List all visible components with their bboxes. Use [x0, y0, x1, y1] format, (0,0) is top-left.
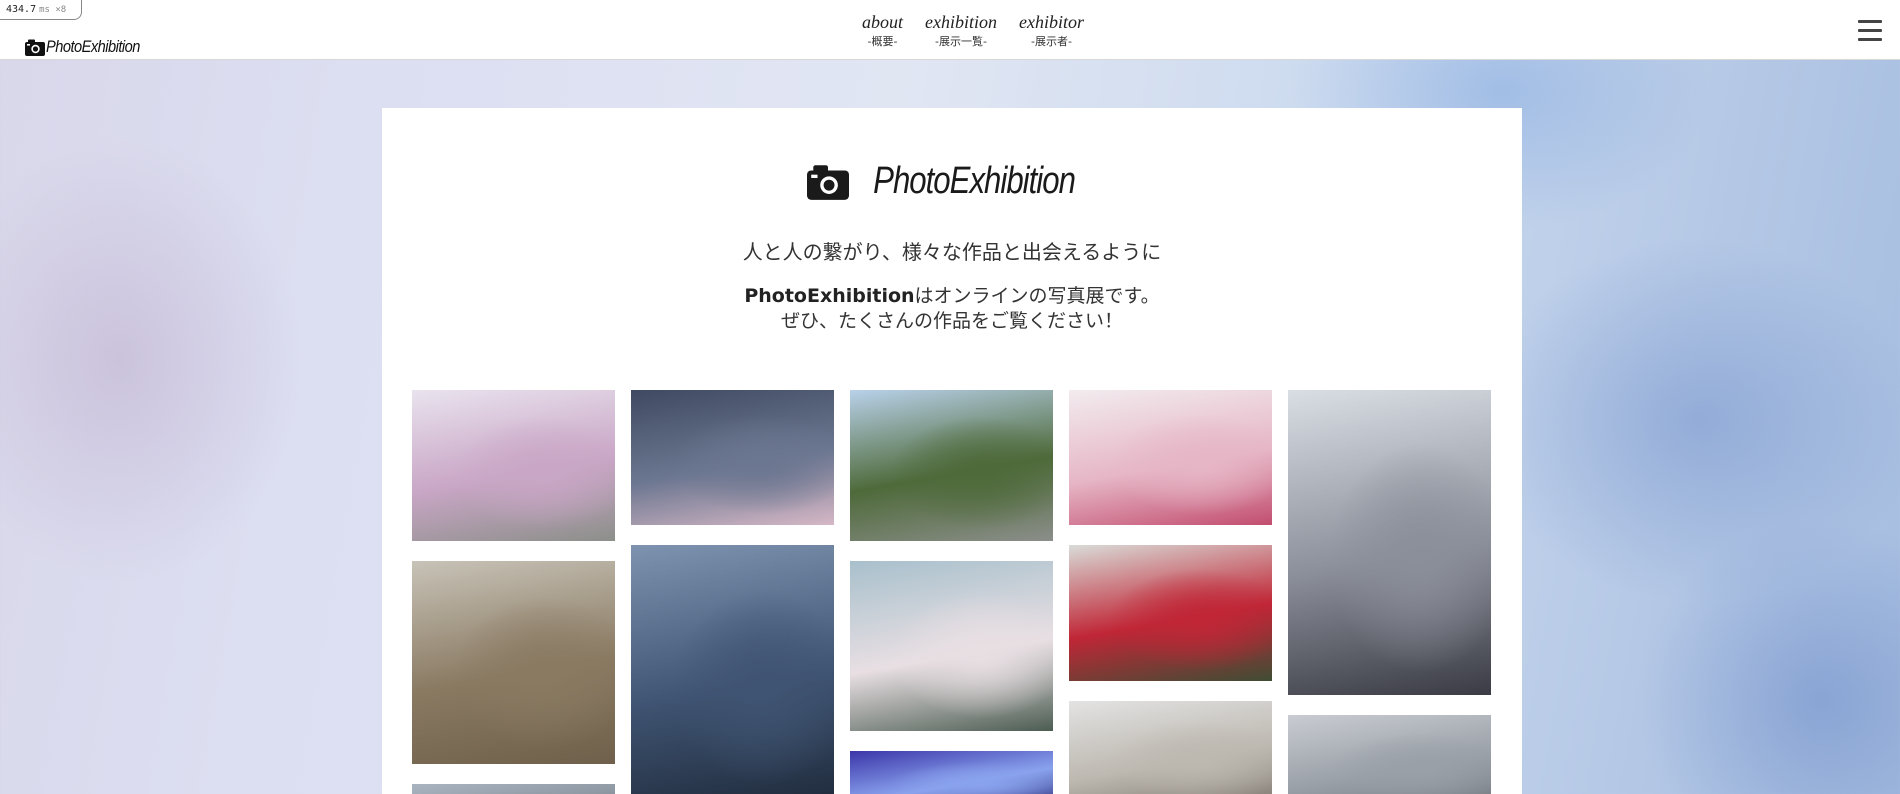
gallery-photo[interactable] — [412, 561, 615, 764]
camera-icon — [806, 164, 849, 200]
perf-unit: ms ×8 — [39, 5, 67, 15]
gallery-photo[interactable] — [1288, 715, 1491, 794]
header-logo[interactable]: PhotoExhibition — [25, 36, 155, 58]
gallery-photo[interactable] — [631, 545, 834, 794]
intro-brand: PhotoExhibition — [744, 285, 915, 307]
gallery-photo[interactable] — [631, 390, 834, 525]
gallery-photo[interactable] — [1288, 390, 1491, 695]
nav-about-label: about — [862, 12, 904, 32]
intro-line1: はオンラインの写真展です。 — [914, 285, 1160, 307]
hero-logo: PhotoExhibition — [382, 160, 1522, 203]
tagline: 人と人の繋がり、様々な作品と出会えるように — [742, 240, 1162, 264]
perf-value: 434.7 — [6, 4, 37, 15]
nav-exhibitor[interactable]: exhibitor -展示者- — [1019, 10, 1084, 50]
hero-logo-text: PhotoExhibition — [873, 160, 1076, 202]
intro-card: PhotoExhibition 人と人の繋がり、様々な作品と出会えるように Ph… — [382, 108, 1522, 794]
nav-about[interactable]: about -概要- — [862, 10, 903, 50]
gallery-photo[interactable] — [1069, 701, 1272, 794]
gallery-photo[interactable] — [850, 751, 1053, 794]
gallery-photo[interactable] — [1069, 545, 1272, 681]
gallery-photo[interactable] — [412, 784, 615, 794]
header-logo-text: PhotoExhibition — [46, 37, 140, 56]
nav-exhibitor-label: exhibitor — [1019, 12, 1084, 32]
nav-exhibition-sublabel: -展示一覧- — [935, 35, 987, 48]
nav-exhibitor-sublabel: -展示者- — [1031, 35, 1072, 48]
intro-text: PhotoExhibitionはオンラインの写真展です。 ぜひ、たくさんの作品を… — [382, 284, 1522, 334]
main-nav: about -概要- exhibition -展示一覧- exhibitor -… — [862, 10, 1106, 50]
gallery-photo[interactable] — [412, 390, 615, 541]
gallery-photo[interactable] — [850, 390, 1053, 541]
nav-exhibition-label: exhibition — [925, 12, 997, 32]
hamburger-menu-icon[interactable] — [1858, 20, 1882, 42]
intro-line2: ぜひ、たくさんの作品をご覧ください！ — [780, 310, 1123, 332]
perf-debug-chip: 434.7 ms ×8 — [0, 0, 82, 20]
gallery-photo[interactable] — [850, 561, 1053, 731]
camera-icon — [25, 39, 45, 56]
gallery-photo[interactable] — [1069, 390, 1272, 525]
nav-about-sublabel: -概要- — [867, 35, 898, 48]
site-header: PhotoExhibition about -概要- exhibition -展… — [0, 0, 1900, 60]
nav-exhibition[interactable]: exhibition -展示一覧- — [925, 10, 997, 50]
